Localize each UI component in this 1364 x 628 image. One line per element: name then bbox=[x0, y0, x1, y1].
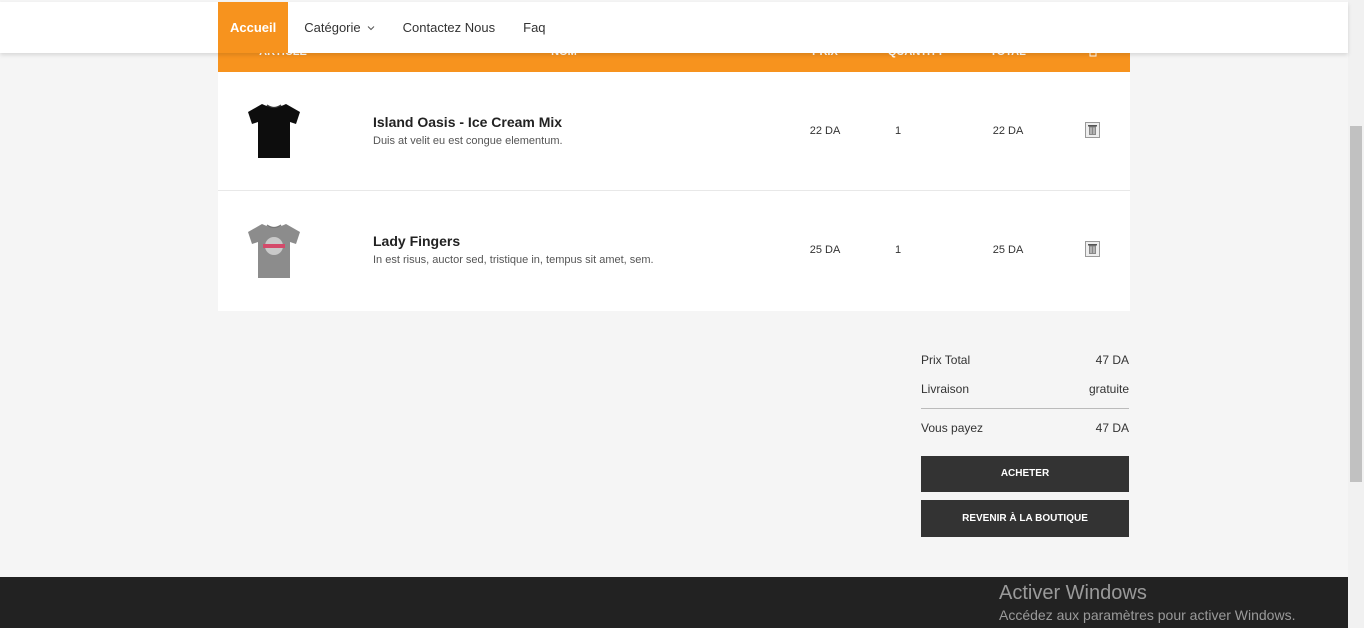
nav-item-categorie[interactable]: Catégorie bbox=[288, 2, 388, 53]
product-name[interactable]: Island Oasis - Ice Cream Mix bbox=[373, 114, 562, 130]
watermark-title: Activer Windows bbox=[999, 582, 1147, 604]
summary-pay-label: Vous payez bbox=[921, 421, 984, 435]
summary-shipping-label: Livraison bbox=[921, 382, 970, 396]
product-name[interactable]: Lady Fingers bbox=[373, 233, 460, 249]
nav-item-accueil[interactable]: Accueil bbox=[218, 2, 289, 53]
summary-divider bbox=[921, 408, 1129, 409]
top-navbar: Accueil Catégorie Contactez Nous Faq bbox=[0, 2, 1348, 53]
trash-icon[interactable] bbox=[1085, 122, 1100, 138]
summary-total-label: Prix Total bbox=[921, 353, 971, 367]
product-image-black-tshirt[interactable] bbox=[244, 98, 304, 162]
back-to-shop-button[interactable]: REVENIR À LA BOUTIQUE bbox=[921, 500, 1129, 537]
summary-shipping-value: gratuite bbox=[1088, 382, 1129, 396]
windows-activation-watermark: Activer Windows Accédez aux paramètres p… bbox=[999, 582, 1295, 623]
table-row: Island Oasis - Ice Cream Mix Duis at vel… bbox=[218, 72, 1130, 191]
product-price: 22 DA bbox=[809, 125, 841, 137]
nav-item-contact[interactable]: Contactez Nous bbox=[389, 2, 510, 53]
order-summary: Prix Total 47 DA Livraison gratuite Vous… bbox=[921, 345, 1129, 442]
summary-shipping-row: Livraison gratuite bbox=[921, 374, 1129, 403]
table-row: Lady Fingers In est risus, auctor sed, t… bbox=[218, 192, 1130, 311]
product-quantity: 1 bbox=[894, 244, 902, 256]
nav-item-label: Catégorie bbox=[304, 20, 361, 35]
summary-total-value: 47 DA bbox=[1095, 353, 1129, 367]
product-price: 25 DA bbox=[809, 244, 841, 256]
trash-icon[interactable] bbox=[1085, 241, 1100, 257]
product-total: 25 DA bbox=[992, 244, 1024, 256]
summary-pay-value: 47 DA bbox=[1095, 421, 1129, 435]
summary-total-row: Prix Total 47 DA bbox=[921, 345, 1129, 374]
product-description: Duis at velit eu est congue elementum. bbox=[373, 135, 563, 147]
buy-button[interactable]: ACHETER bbox=[921, 456, 1129, 492]
summary-pay-row: Vous payez 47 DA bbox=[921, 413, 1129, 442]
product-total: 22 DA bbox=[992, 125, 1024, 137]
nav-item-label: Accueil bbox=[230, 20, 277, 35]
watermark-subtitle: Accédez aux paramètres pour activer Wind… bbox=[999, 607, 1296, 623]
nav-item-faq[interactable]: Faq bbox=[509, 2, 559, 53]
chevron-down-icon bbox=[367, 23, 375, 33]
nav-menu: Accueil Catégorie Contactez Nous Faq bbox=[218, 2, 560, 53]
nav-item-label: Faq bbox=[523, 20, 546, 35]
nav-item-label: Contactez Nous bbox=[402, 20, 496, 35]
product-quantity: 1 bbox=[894, 125, 902, 137]
cart-table-body: Island Oasis - Ice Cream Mix Duis at vel… bbox=[218, 72, 1130, 311]
product-description: In est risus, auctor sed, tristique in, … bbox=[373, 254, 654, 266]
scrollbar-thumb[interactable] bbox=[1350, 126, 1362, 482]
product-image-grey-tshirt[interactable] bbox=[244, 218, 304, 282]
